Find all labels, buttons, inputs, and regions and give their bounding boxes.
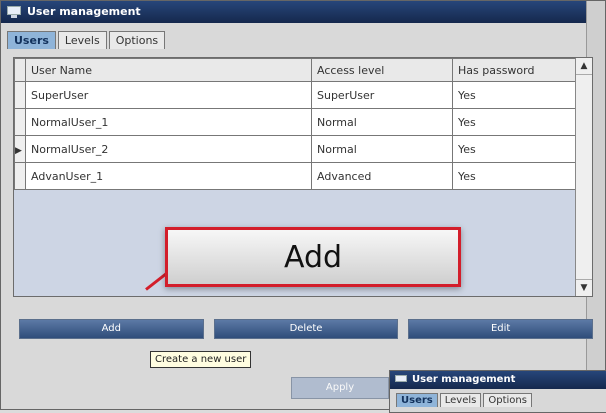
add-tooltip: Create a new user: [150, 351, 252, 368]
add-callout: Add: [165, 227, 461, 287]
table-row[interactable]: AdvanUser_1 Advanced Yes: [14, 162, 577, 190]
inset-title-bar: User management: [390, 371, 606, 389]
cell-access-level[interactable]: SuperUser: [311, 81, 453, 109]
tab-users[interactable]: Users: [7, 31, 56, 49]
column-has-password[interactable]: Has password: [452, 58, 577, 82]
table-row[interactable]: ▶ NormalUser_2 Normal Yes: [14, 135, 577, 163]
monitor-icon: [7, 6, 21, 18]
column-access-level[interactable]: Access level: [311, 58, 453, 82]
cell-has-password[interactable]: Yes: [452, 162, 577, 190]
users-table: User Name Access level Has password Supe…: [14, 58, 577, 190]
user-management-window: User management Users Levels Options Use…: [0, 0, 606, 413]
cell-access-level[interactable]: Normal: [311, 135, 453, 163]
inset-tab-users[interactable]: Users: [396, 393, 438, 407]
inset-window-title: User management: [412, 374, 516, 385]
apply-button[interactable]: Apply: [291, 377, 389, 399]
table-row[interactable]: NormalUser_1 Normal Yes: [14, 108, 577, 136]
cell-user-name[interactable]: NormalUser_1: [25, 108, 312, 136]
inset-window: User management Users Levels Options: [389, 370, 606, 413]
cell-user-name[interactable]: AdvanUser_1: [25, 162, 312, 190]
cell-has-password[interactable]: Yes: [452, 108, 577, 136]
tab-options[interactable]: Options: [108, 31, 166, 49]
add-button[interactable]: Add: [19, 319, 204, 339]
row-selector[interactable]: [14, 81, 26, 109]
row-selector[interactable]: [14, 108, 26, 136]
inset-tab-levels[interactable]: Levels: [439, 393, 482, 407]
cell-access-level[interactable]: Normal: [311, 108, 453, 136]
vertical-scrollbar[interactable]: ▲ ▼: [575, 58, 592, 296]
inset-tab-bar: Users Levels Options: [396, 393, 606, 407]
row-selector[interactable]: ▶: [14, 135, 26, 163]
table-header-row: User Name Access level Has password: [14, 58, 577, 82]
window-title: User management: [27, 5, 141, 18]
row-header-corner: [14, 58, 26, 82]
scroll-down-icon[interactable]: ▼: [576, 279, 592, 296]
cell-user-name[interactable]: SuperUser: [25, 81, 312, 109]
cell-has-password[interactable]: Yes: [452, 135, 577, 163]
edit-button[interactable]: Edit: [408, 319, 594, 339]
title-bar: User management: [1, 1, 605, 23]
row-selector[interactable]: [14, 162, 26, 190]
action-button-bar: Add Delete Edit: [19, 319, 594, 339]
monitor-icon: [395, 375, 407, 385]
tab-bar: Users Levels Options: [7, 31, 166, 49]
tab-levels[interactable]: Levels: [57, 31, 107, 49]
inset-tab-options[interactable]: Options: [483, 393, 532, 407]
cell-has-password[interactable]: Yes: [452, 81, 577, 109]
cell-user-name[interactable]: NormalUser_2: [25, 135, 312, 163]
cell-access-level[interactable]: Advanced: [311, 162, 453, 190]
delete-button[interactable]: Delete: [213, 319, 399, 339]
column-user-name[interactable]: User Name: [25, 58, 312, 82]
current-row-arrow-icon: ▶: [15, 145, 22, 156]
scroll-up-icon[interactable]: ▲: [576, 58, 592, 75]
table-row[interactable]: SuperUser SuperUser Yes: [14, 81, 577, 109]
